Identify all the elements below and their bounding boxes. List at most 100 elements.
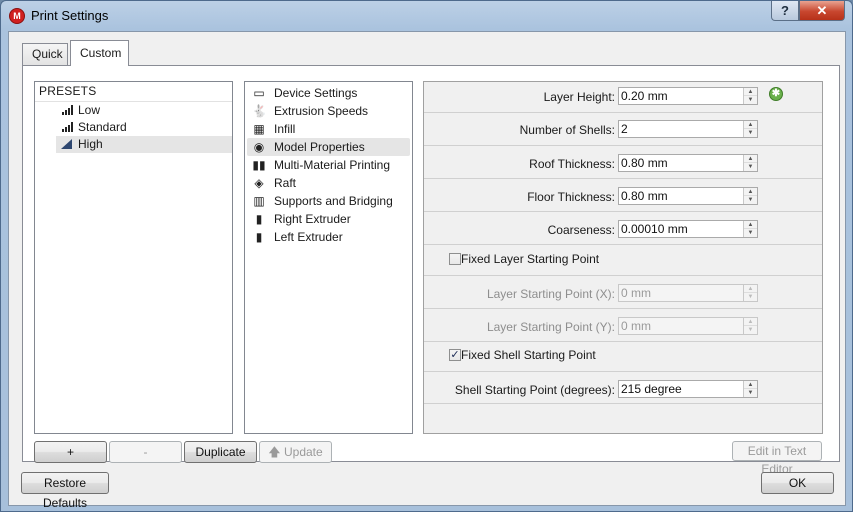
signal-bars-icon xyxy=(62,122,73,132)
floor-thickness-input[interactable] xyxy=(621,188,739,204)
infill-grid-icon: ▦ xyxy=(253,122,265,136)
spin-down-icon[interactable]: ▼ xyxy=(744,389,757,397)
property-row-floor-thickness: Floor Thickness: ▲▼ xyxy=(424,179,822,212)
coarseness-label: Coarseness: xyxy=(547,223,615,237)
remove-preset-button[interactable]: - xyxy=(109,441,182,463)
category-raft[interactable]: ◈ Raft xyxy=(247,174,410,192)
property-row-fixed-shell-start: ✓ Fixed Shell Starting Point xyxy=(424,342,822,372)
spin-up-icon[interactable]: ▲ xyxy=(744,221,757,229)
spin-up-icon[interactable]: ▲ xyxy=(744,121,757,129)
ok-button[interactable]: OK xyxy=(761,472,834,494)
property-row-shell-start-point: Shell Starting Point (degrees): ▲▼ xyxy=(424,372,822,404)
edit-in-text-editor-button[interactable]: Edit in Text Editor xyxy=(732,441,822,476)
category-extrusion-speeds[interactable]: 🐇 Extrusion Speeds xyxy=(247,102,410,120)
triangle-icon xyxy=(61,139,72,149)
category-label: Supports and Bridging xyxy=(274,194,393,208)
shell-start-point-label: Shell Starting Point (degrees): xyxy=(454,383,615,397)
tab-custom[interactable]: Custom xyxy=(70,40,129,66)
spin-up-icon[interactable]: ▲ xyxy=(744,155,757,163)
layer-start-x-spinbox[interactable]: ▲▼ xyxy=(618,284,758,302)
property-row-number-of-shells: Number of Shells: ▲▼ xyxy=(424,113,822,146)
preset-item-high[interactable]: High xyxy=(56,136,232,153)
spin-down-icon[interactable]: ▼ xyxy=(744,196,757,204)
category-left-extruder[interactable]: ▮ Left Extruder xyxy=(247,228,410,246)
title-bar[interactable]: M Print Settings ? ✕ xyxy=(1,1,852,31)
layer-start-y-input[interactable] xyxy=(621,318,739,334)
spin-up-icon: ▲ xyxy=(744,285,757,293)
spin-down-icon[interactable]: ▼ xyxy=(744,129,757,137)
extruder-icon: ▮ xyxy=(255,212,263,226)
layer-start-x-label: Layer Starting Point (X): xyxy=(486,287,615,301)
category-label: Multi-Material Printing xyxy=(274,158,391,172)
roof-thickness-label: Roof Thickness: xyxy=(529,157,615,171)
property-row-layer-height: Layer Height: ▲▼ ✱ xyxy=(424,82,822,113)
property-row-layer-start-y: Layer Starting Point (Y): ▲▼ xyxy=(424,309,822,342)
dual-extruder-icon: ▮▮ xyxy=(252,158,266,172)
roof-thickness-spinbox[interactable]: ▲▼ xyxy=(618,154,758,172)
window-title: Print Settings xyxy=(31,8,109,23)
category-label: Device Settings xyxy=(274,86,358,100)
category-right-extruder[interactable]: ▮ Right Extruder xyxy=(247,210,410,228)
close-button[interactable]: ✕ xyxy=(799,1,845,21)
layer-height-spinbox[interactable]: ▲▼ xyxy=(618,87,758,105)
shell-start-point-input[interactable] xyxy=(621,381,739,397)
roof-thickness-input[interactable] xyxy=(621,155,739,171)
layer-start-x-input[interactable] xyxy=(621,285,739,301)
model-target-icon: ◉ xyxy=(253,140,265,154)
coarseness-spinbox[interactable]: ▲▼ xyxy=(618,220,758,238)
category-label: Right Extruder xyxy=(274,212,351,226)
spin-up-icon[interactable]: ▲ xyxy=(744,381,757,389)
settings-badge-icon[interactable]: ✱ xyxy=(769,87,783,101)
category-device-settings[interactable]: ▭ Device Settings xyxy=(247,84,410,102)
spin-up-icon: ▲ xyxy=(744,318,757,326)
settings-categories-list[interactable]: ▭ Device Settings 🐇 Extrusion Speeds ▦ I… xyxy=(244,81,413,434)
spin-up-icon[interactable]: ▲ xyxy=(744,188,757,196)
signal-bars-icon xyxy=(62,105,73,115)
fixed-shell-start-checkbox[interactable]: ✓ xyxy=(449,349,461,361)
number-of-shells-spinbox[interactable]: ▲▼ xyxy=(618,120,758,138)
category-infill[interactable]: ▦ Infill xyxy=(247,120,410,138)
preset-item-low[interactable]: Low xyxy=(56,102,232,119)
tab-quick[interactable]: Quick xyxy=(22,43,68,65)
coarseness-input[interactable] xyxy=(621,221,739,237)
preset-label: Low xyxy=(78,103,101,117)
spin-down-icon[interactable]: ▼ xyxy=(744,163,757,171)
fixed-shell-start-label[interactable]: Fixed Shell Starting Point xyxy=(461,348,596,362)
number-of-shells-input[interactable] xyxy=(621,121,739,137)
spin-down-icon[interactable]: ▼ xyxy=(744,229,757,237)
print-settings-window: M Print Settings ? ✕ Quick Custom PRESET… xyxy=(0,0,853,512)
property-row-fixed-layer-start: Fixed Layer Starting Point xyxy=(424,245,822,276)
presets-list[interactable]: PRESETS Low Standard High xyxy=(34,81,233,434)
rabbit-icon: 🐇 xyxy=(252,104,267,118)
restore-defaults-button[interactable]: Restore Defaults xyxy=(21,472,109,510)
shell-start-point-spinbox[interactable]: ▲▼ xyxy=(618,380,758,398)
presets-header: PRESETS xyxy=(35,82,232,102)
fixed-layer-start-label[interactable]: Fixed Layer Starting Point xyxy=(461,252,599,266)
duplicate-preset-button[interactable]: Duplicate xyxy=(184,441,257,463)
dialog-client-area: Quick Custom PRESETS Low Standard High ▭… xyxy=(8,31,846,510)
category-label: Extrusion Speeds xyxy=(274,104,369,118)
model-properties-panel: Layer Height: ▲▼ ✱ Number of Shells: ▲▼ xyxy=(423,81,823,434)
spin-down-icon: ▼ xyxy=(744,326,757,334)
spin-up-icon[interactable]: ▲ xyxy=(744,88,757,96)
category-multi-material-printing[interactable]: ▮▮ Multi-Material Printing xyxy=(247,156,410,174)
category-supports-and-bridging[interactable]: ▥ Supports and Bridging xyxy=(247,192,410,210)
floor-thickness-label: Floor Thickness: xyxy=(527,190,615,204)
custom-tab-panel: PRESETS Low Standard High ▭ Device Setti… xyxy=(22,65,840,462)
spin-down-icon[interactable]: ▼ xyxy=(744,96,757,104)
add-preset-button[interactable]: + xyxy=(34,441,107,463)
category-model-properties[interactable]: ◉ Model Properties xyxy=(247,138,410,156)
number-of-shells-label: Number of Shells: xyxy=(519,123,615,137)
category-label: Left Extruder xyxy=(274,230,343,244)
fixed-layer-start-checkbox[interactable] xyxy=(449,253,461,265)
preset-item-standard[interactable]: Standard xyxy=(56,119,232,136)
extruder-icon: ▮ xyxy=(255,230,263,244)
update-preset-button[interactable]: 🡅 Update xyxy=(259,441,332,463)
window-icon: ▭ xyxy=(253,86,265,100)
help-button[interactable]: ? xyxy=(771,1,799,21)
layer-start-y-spinbox[interactable]: ▲▼ xyxy=(618,317,758,335)
property-row-roof-thickness: Roof Thickness: ▲▼ xyxy=(424,146,822,179)
floor-thickness-spinbox[interactable]: ▲▼ xyxy=(618,187,758,205)
property-row-layer-start-x: Layer Starting Point (X): ▲▼ xyxy=(424,276,822,309)
layer-height-input[interactable] xyxy=(621,88,739,104)
